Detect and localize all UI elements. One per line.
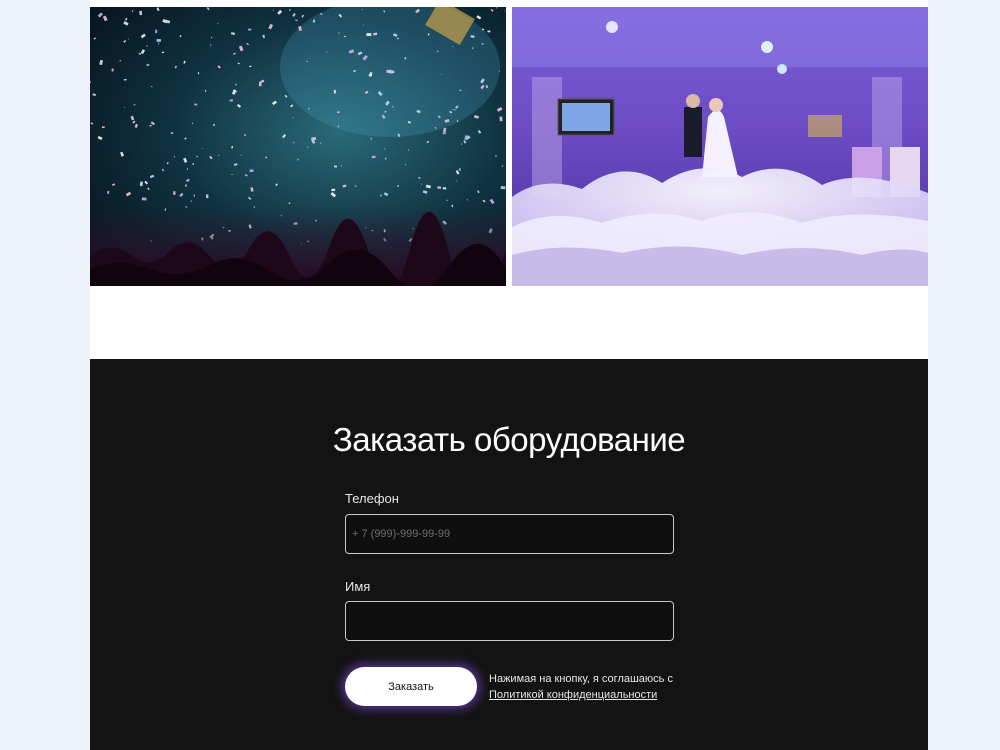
page-container: Заказать оборудование Телефон Имя Заказа… <box>90 0 928 750</box>
name-input[interactable] <box>345 601 674 641</box>
photo-gallery <box>90 0 928 286</box>
privacy-policy-link[interactable]: Политикой конфиденциальности <box>489 689 657 701</box>
phone-label: Телефон <box>345 491 399 506</box>
consent-text: Нажимая на кнопку, я соглашаюсь с <box>489 673 673 685</box>
consent-notice: Нажимая на кнопку, я соглашаюсь с Полити… <box>489 671 689 703</box>
concert-confetti-photo <box>90 7 506 286</box>
order-submit-button[interactable]: Заказать <box>345 667 477 706</box>
phone-input[interactable] <box>345 514 674 554</box>
order-equipment-section: Заказать оборудование Телефон Имя Заказа… <box>90 359 928 750</box>
wedding-heavy-smoke-photo <box>512 7 928 286</box>
name-label: Имя <box>345 579 371 594</box>
concert-confetti-image <box>90 7 506 286</box>
wedding-smoke-image <box>512 7 928 286</box>
order-title: Заказать оборудование <box>332 421 686 458</box>
